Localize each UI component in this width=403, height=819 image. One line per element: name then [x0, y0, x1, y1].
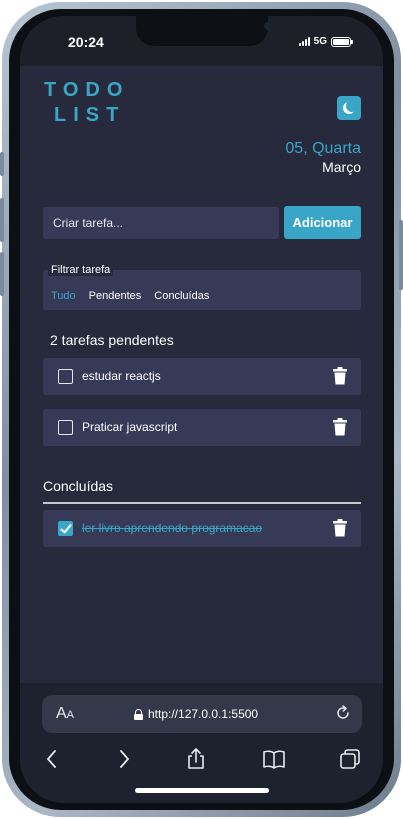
completed-section-title: Concluídas [43, 478, 114, 494]
moon-icon [346, 100, 358, 112]
volume-up-button [0, 198, 4, 242]
notch [136, 16, 272, 46]
tabs-icon[interactable] [338, 747, 362, 771]
url-display[interactable]: http://127.0.0.1:5500 [134, 707, 258, 721]
battery-icon [331, 36, 353, 47]
network-type: 5G [313, 36, 327, 47]
current-date: 05, Quarta Março [285, 140, 361, 175]
status-bar: 20:24 5G [20, 16, 383, 66]
task-item: Praticar javascript [43, 409, 361, 446]
date-day: 05, Quarta [285, 140, 361, 157]
camera [264, 22, 272, 30]
new-task-input[interactable] [43, 207, 279, 239]
app-logo: TODO LIST [44, 78, 129, 128]
reload-icon[interactable] [335, 705, 351, 721]
task-text: Praticar javascript [82, 420, 178, 434]
date-month: Março [322, 159, 361, 175]
home-indicator [135, 788, 269, 793]
status-time: 20:24 [68, 34, 104, 50]
screen: 20:24 5G TODO LIST 05, Quarta Março Adic… [20, 16, 383, 803]
signal-icon [298, 37, 310, 46]
browser-toolbar: AA http://127.0.0.1:5500 [20, 683, 383, 803]
logo-line-2: LIST [54, 104, 126, 126]
address-bar[interactable]: AA http://127.0.0.1:5500 [42, 695, 362, 733]
task-text: ler livro aprendendo programacao [82, 521, 263, 535]
mute-switch [0, 152, 4, 176]
filter-tab-pending[interactable]: Pendentes [89, 290, 142, 302]
theme-toggle-button[interactable] [337, 96, 361, 120]
task-text: estudar reactjs [82, 369, 161, 383]
text-size-button[interactable]: AA [56, 705, 74, 723]
back-icon[interactable] [40, 747, 64, 771]
task-checkbox[interactable] [58, 369, 73, 384]
add-task-button[interactable]: Adicionar [284, 206, 361, 239]
status-indicators: 5G [298, 36, 353, 47]
filter-tabs: Tudo Pendentes Concluídas [51, 290, 209, 302]
browser-nav [20, 747, 383, 777]
filter-legend: Filtrar tarefa [48, 264, 114, 276]
filter-tab-all[interactable]: Tudo [51, 290, 76, 302]
forward-icon[interactable] [112, 747, 136, 771]
section-divider [43, 502, 361, 504]
completed-task-item: ler livro aprendendo programacao [43, 510, 361, 547]
task-checkbox[interactable] [58, 420, 73, 435]
power-button [399, 220, 403, 290]
bookmarks-icon[interactable] [262, 747, 286, 771]
volume-down-button [0, 252, 4, 296]
pending-count-title: 2 tarefas pendentes [50, 332, 174, 348]
share-icon[interactable] [184, 747, 208, 771]
trash-icon[interactable] [333, 367, 347, 385]
trash-icon[interactable] [333, 519, 347, 537]
filter-tab-completed[interactable]: Concluídas [154, 290, 209, 302]
logo-line-1: TODO [44, 79, 130, 101]
trash-icon[interactable] [333, 418, 347, 436]
task-item: estudar reactjs [43, 358, 361, 395]
task-checkbox-checked[interactable] [58, 521, 73, 536]
lock-icon [134, 708, 143, 720]
url-text: http://127.0.0.1:5500 [148, 707, 259, 721]
